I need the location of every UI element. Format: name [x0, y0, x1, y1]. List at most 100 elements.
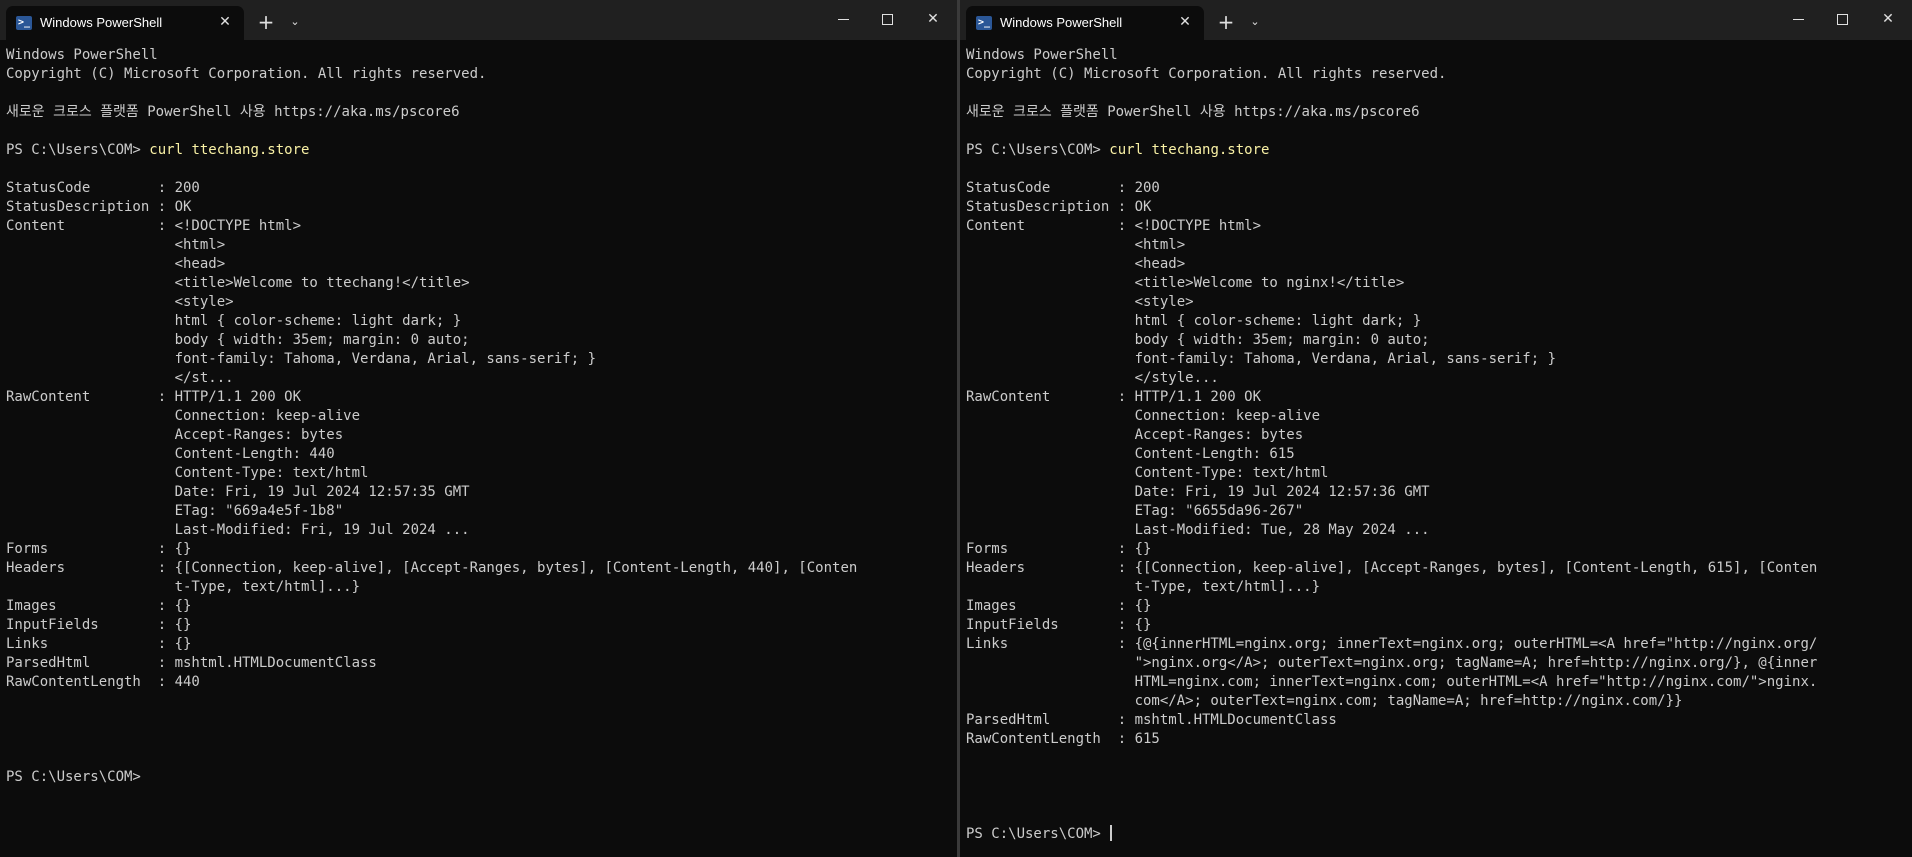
title-bar: >_ Windows PowerShell ✕ + ⌄ ✕	[0, 0, 957, 40]
terminal-line: Date: Fri, 19 Jul 2024 12:57:36 GMT	[966, 483, 1912, 502]
line-text: Links : {@{innerHTML=nginx.org; innerTex…	[966, 636, 1818, 652]
line-text: Headers : {[Connection, keep-alive], [Ac…	[6, 560, 858, 576]
close-window-button[interactable]: ✕	[915, 4, 951, 34]
line-text: t-Type, text/html]...}	[6, 579, 361, 595]
terminal-line: StatusCode : 200	[966, 179, 1912, 198]
line-text: </style...	[966, 370, 1219, 386]
terminal-line: 새로운 크로스 플랫폼 PowerShell 사용 https://aka.ms…	[966, 103, 1912, 122]
tab-powershell[interactable]: >_ Windows PowerShell ✕	[6, 6, 244, 40]
terminal-line: Last-Modified: Fri, 19 Jul 2024 ...	[6, 521, 957, 540]
terminal-line: Accept-Ranges: bytes	[6, 426, 957, 445]
terminal-line: Copyright (C) Microsoft Corporation. All…	[966, 65, 1912, 84]
line-text: Content : <!DOCTYPE html>	[966, 218, 1262, 234]
terminal-line: Last-Modified: Tue, 28 May 2024 ...	[966, 521, 1912, 540]
terminal-line: font-family: Tahoma, Verdana, Arial, san…	[966, 350, 1912, 369]
line-text: Connection: keep-alive	[966, 408, 1321, 424]
terminal-line: PS C:\Users\COM> curl ttechang.store	[966, 141, 1912, 160]
terminal-line: <style>	[966, 293, 1912, 312]
close-window-button[interactable]: ✕	[1870, 4, 1906, 34]
text-cursor	[1110, 825, 1113, 841]
terminal-line: RawContent : HTTP/1.1 200 OK	[6, 388, 957, 407]
tab-title: Windows PowerShell	[40, 15, 163, 30]
line-text: Date: Fri, 19 Jul 2024 12:57:35 GMT	[6, 484, 470, 500]
close-tab-icon[interactable]: ✕	[1174, 11, 1196, 33]
terminal-window-right: >_ Windows PowerShell ✕ + ⌄ ✕ Windows Po…	[960, 0, 1912, 857]
new-tab-button[interactable]: +	[1212, 9, 1240, 35]
terminal-line: html { color-scheme: light dark; }	[6, 312, 957, 331]
terminal-line: ">nginx.org</A>; outerText=nginx.org; ta…	[966, 654, 1912, 673]
line-text: <title>Welcome to ttechang!</title>	[6, 275, 470, 291]
line-text: Windows PowerShell	[6, 47, 158, 63]
terminal-output[interactable]: Windows PowerShell Copyright (C) Microsof…	[6, 46, 957, 857]
line-text: body { width: 35em; margin: 0 auto;	[6, 332, 470, 348]
terminal-output[interactable]: Windows PowerShell Copyright (C) Microsof…	[966, 46, 1912, 857]
terminal-line: ETag: "669a4e5f-1b8"	[6, 502, 957, 521]
terminal-line: </st...	[6, 369, 957, 388]
line-text: RawContentLength : 440	[6, 674, 200, 690]
line-text: StatusDescription : OK	[6, 199, 192, 215]
line-text: PS C:\Users\COM>	[966, 142, 1110, 158]
terminal-line: Date: Fri, 19 Jul 2024 12:57:35 GMT	[6, 483, 957, 502]
terminal-line: Windows PowerShell	[6, 46, 957, 65]
line-text: font-family: Tahoma, Verdana, Arial, san…	[966, 351, 1557, 367]
terminal-line: <html>	[966, 236, 1912, 255]
line-text: Accept-Ranges: bytes	[6, 427, 344, 443]
line-text: ParsedHtml : mshtml.HTMLDocumentClass	[966, 712, 1337, 728]
terminal-line: ParsedHtml : mshtml.HTMLDocumentClass	[966, 711, 1912, 730]
line-text: Images : {}	[6, 598, 192, 614]
terminal-line: Images : {}	[6, 597, 957, 616]
new-tab-button[interactable]: +	[252, 9, 280, 35]
line-text: Headers : {[Connection, keep-alive], [Ac…	[966, 560, 1818, 576]
terminal-line: ETag: "6655da96-267"	[966, 502, 1912, 521]
terminal-line: PS C:\Users\COM>	[966, 825, 1912, 844]
terminal-line: 새로운 크로스 플랫폼 PowerShell 사용 https://aka.ms…	[6, 103, 957, 122]
tab-powershell[interactable]: >_ Windows PowerShell ✕	[966, 6, 1204, 40]
line-text: <head>	[966, 256, 1186, 272]
line-text: Images : {}	[966, 598, 1152, 614]
chevron-down-icon[interactable]: ⌄	[284, 9, 306, 35]
line-text: Content : <!DOCTYPE html>	[6, 218, 302, 234]
terminal-line: Copyright (C) Microsoft Corporation. All…	[6, 65, 957, 84]
terminal-line: <title>Welcome to ttechang!</title>	[6, 274, 957, 293]
line-text: Forms : {}	[6, 541, 192, 557]
maximize-button[interactable]	[869, 4, 905, 34]
line-text: Copyright (C) Microsoft Corporation. All…	[6, 66, 487, 82]
terminal-line: Content-Length: 615	[966, 445, 1912, 464]
terminal-line: InputFields : {}	[6, 616, 957, 635]
terminal-line: Forms : {}	[6, 540, 957, 559]
minimize-button[interactable]	[825, 4, 861, 34]
close-tab-icon[interactable]: ✕	[214, 11, 236, 33]
terminal-line: StatusDescription : OK	[966, 198, 1912, 217]
line-text: html { color-scheme: light dark; }	[966, 313, 1422, 329]
chevron-down-icon[interactable]: ⌄	[1244, 9, 1266, 35]
terminal-window-left: >_ Windows PowerShell ✕ + ⌄ ✕ Windows Po…	[0, 0, 957, 857]
terminal-line: Connection: keep-alive	[966, 407, 1912, 426]
typed-command: curl ttechang.store	[149, 142, 310, 158]
terminal-line: Headers : {[Connection, keep-alive], [Ac…	[966, 559, 1912, 578]
terminal-line: t-Type, text/html]...}	[966, 578, 1912, 597]
terminal-line: <head>	[966, 255, 1912, 274]
terminal-line: InputFields : {}	[966, 616, 1912, 635]
line-text: ParsedHtml : mshtml.HTMLDocumentClass	[6, 655, 377, 671]
maximize-button[interactable]	[1824, 4, 1860, 34]
terminal-line: <title>Welcome to nginx!</title>	[966, 274, 1912, 293]
line-text: html { color-scheme: light dark; }	[6, 313, 462, 329]
minimize-button[interactable]	[1780, 4, 1816, 34]
line-text: ETag: "6655da96-267"	[966, 503, 1304, 519]
line-text: Connection: keep-alive	[6, 408, 361, 424]
terminal-line: Accept-Ranges: bytes	[966, 426, 1912, 445]
line-text: StatusCode : 200	[6, 180, 200, 196]
powershell-icon: >_	[976, 16, 992, 30]
terminal-line: Content-Type: text/html	[6, 464, 957, 483]
terminal-line: <head>	[6, 255, 957, 274]
line-text: Content-Length: 440	[6, 446, 335, 462]
line-text: Content-Length: 615	[966, 446, 1295, 462]
line-text: PS C:\Users\COM>	[966, 826, 1110, 842]
